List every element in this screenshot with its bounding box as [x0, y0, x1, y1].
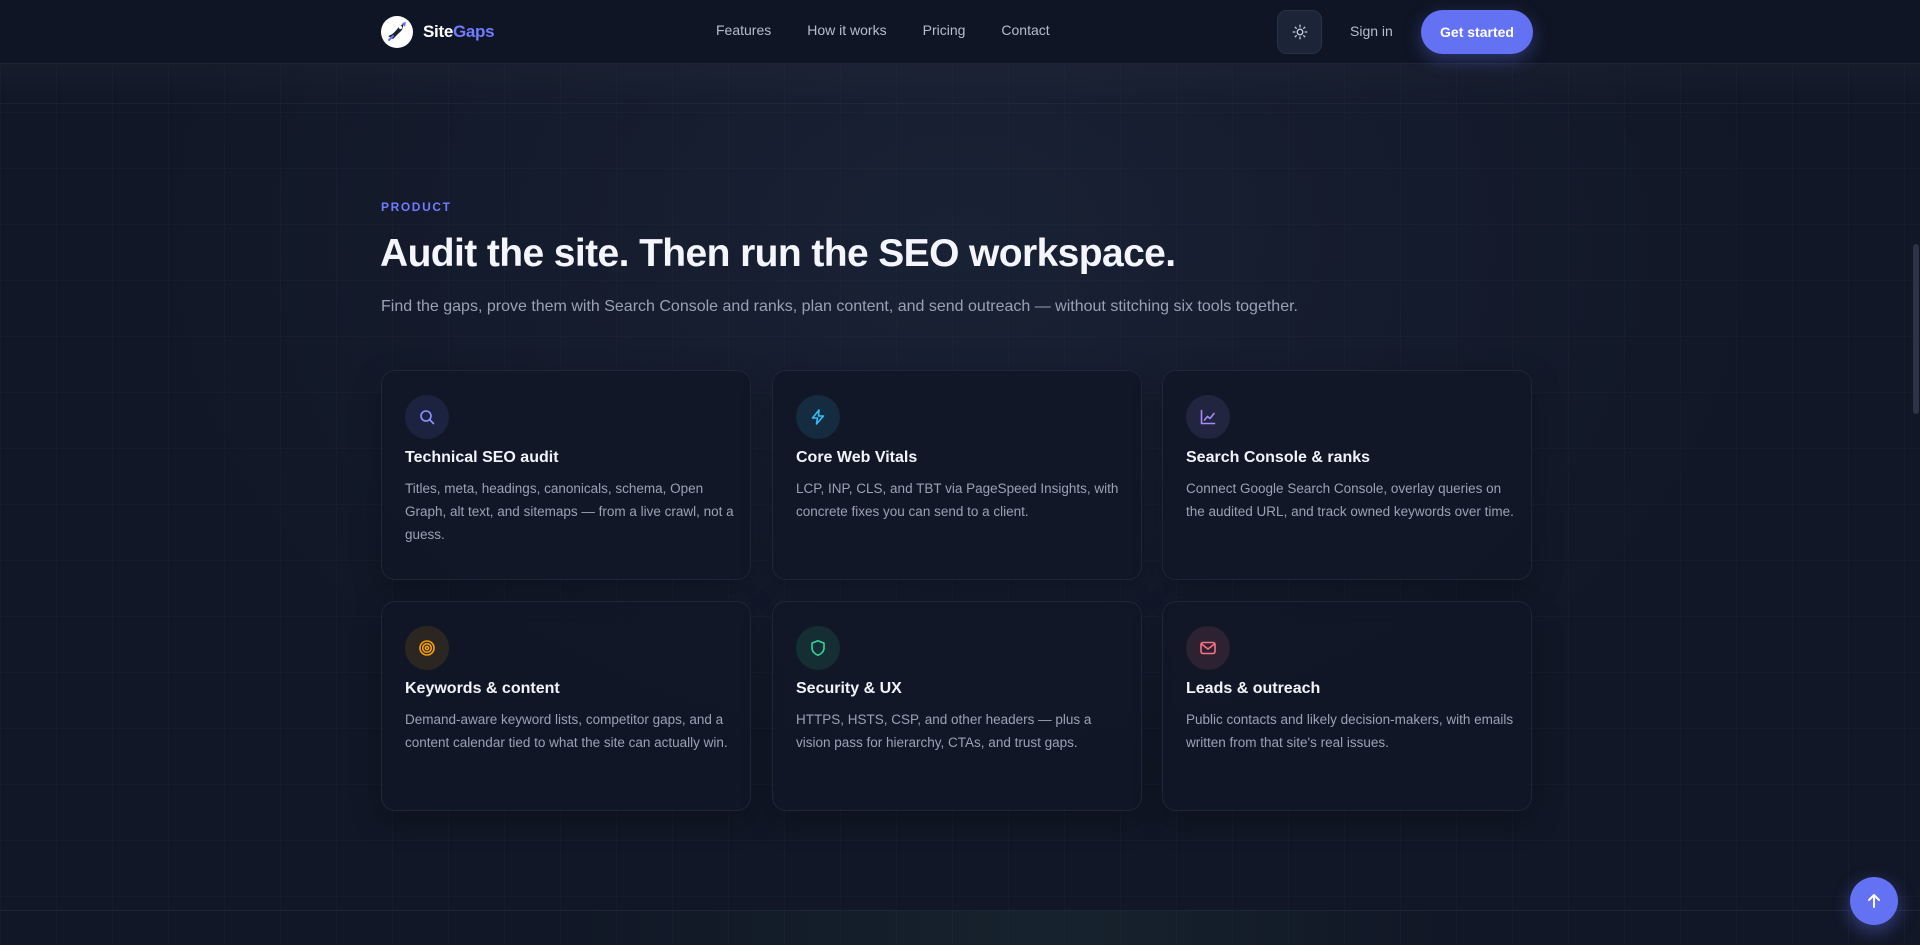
- feature-description: Connect Google Search Console, overlay q…: [1186, 481, 1514, 519]
- next-section-edge: [0, 910, 1920, 945]
- scrollbar-thumb[interactable]: [1913, 244, 1919, 414]
- feature-title: Search Console & ranks: [1186, 449, 1371, 466]
- feature-title: Keywords & content: [405, 680, 560, 697]
- sign-in-link[interactable]: Sign in: [1350, 23, 1393, 39]
- bolt-icon: [796, 395, 840, 439]
- page-scrollbar[interactable]: [1912, 64, 1920, 945]
- target-icon: [405, 626, 449, 670]
- nav-features[interactable]: Features: [716, 22, 771, 38]
- arrow-up-icon: [1868, 894, 1880, 908]
- feature-title: Security & UX: [796, 680, 902, 697]
- rocket-logo-icon: [381, 16, 413, 48]
- nav-pricing[interactable]: Pricing: [923, 22, 966, 38]
- mail-icon: [1186, 626, 1230, 670]
- feature-card-core-web-vitals: Core Web Vitals LCP, INP, CLS, and TBT v…: [772, 370, 1142, 580]
- chart-icon: [1186, 395, 1230, 439]
- section-eyebrow: PRODUCT: [381, 200, 452, 214]
- get-started-button[interactable]: Get started: [1421, 10, 1533, 54]
- shield-icon: [796, 626, 840, 670]
- feature-card-technical-seo: Technical SEO audit Titles, meta, headin…: [381, 370, 751, 580]
- feature-description: LCP, INP, CLS, and TBT via PageSpeed Ins…: [796, 481, 1119, 519]
- brand-name: SiteGaps: [423, 22, 495, 42]
- top-navbar: SiteGaps Features How it works Pricing C…: [0, 0, 1920, 64]
- search-icon: [405, 395, 449, 439]
- section-band: [0, 64, 1920, 104]
- main-nav: Features How it works Pricing Contact: [716, 22, 1050, 38]
- nav-contact[interactable]: Contact: [1001, 22, 1049, 38]
- feature-card-search-console: Search Console & ranks Connect Google Se…: [1162, 370, 1532, 580]
- feature-title: Leads & outreach: [1186, 680, 1321, 697]
- feature-card-security-ux: Security & UX HTTPS, HSTS, CSP, and othe…: [772, 601, 1142, 811]
- feature-title: Core Web Vitals: [796, 449, 918, 466]
- feature-description: Public contacts and likely decision-make…: [1186, 712, 1514, 750]
- feature-description: HTTPS, HSTS, CSP, and other headers — pl…: [796, 712, 1092, 750]
- nav-how-it-works[interactable]: How it works: [807, 22, 886, 38]
- feature-title: Technical SEO audit: [405, 449, 559, 466]
- feature-description: Demand-aware keyword lists, competitor g…: [405, 712, 728, 750]
- scroll-to-top-button[interactable]: [1850, 877, 1898, 925]
- section-title: Audit the site. Then run the SEO workspa…: [380, 232, 1176, 275]
- sun-icon: [1292, 24, 1307, 40]
- feature-card-keywords-content: Keywords & content Demand-aware keyword …: [381, 601, 751, 811]
- theme-toggle-button[interactable]: [1277, 10, 1322, 54]
- feature-card-leads-outreach: Leads & outreach Public contacts and lik…: [1162, 601, 1532, 811]
- section-subtitle: Find the gaps, prove them with Search Co…: [381, 298, 1298, 315]
- brand-name-part2: Gaps: [452, 22, 495, 41]
- brand-logo-link[interactable]: SiteGaps: [381, 16, 495, 48]
- feature-description: Titles, meta, headings, canonicals, sche…: [405, 481, 734, 542]
- brand-name-part1: Site: [423, 22, 453, 41]
